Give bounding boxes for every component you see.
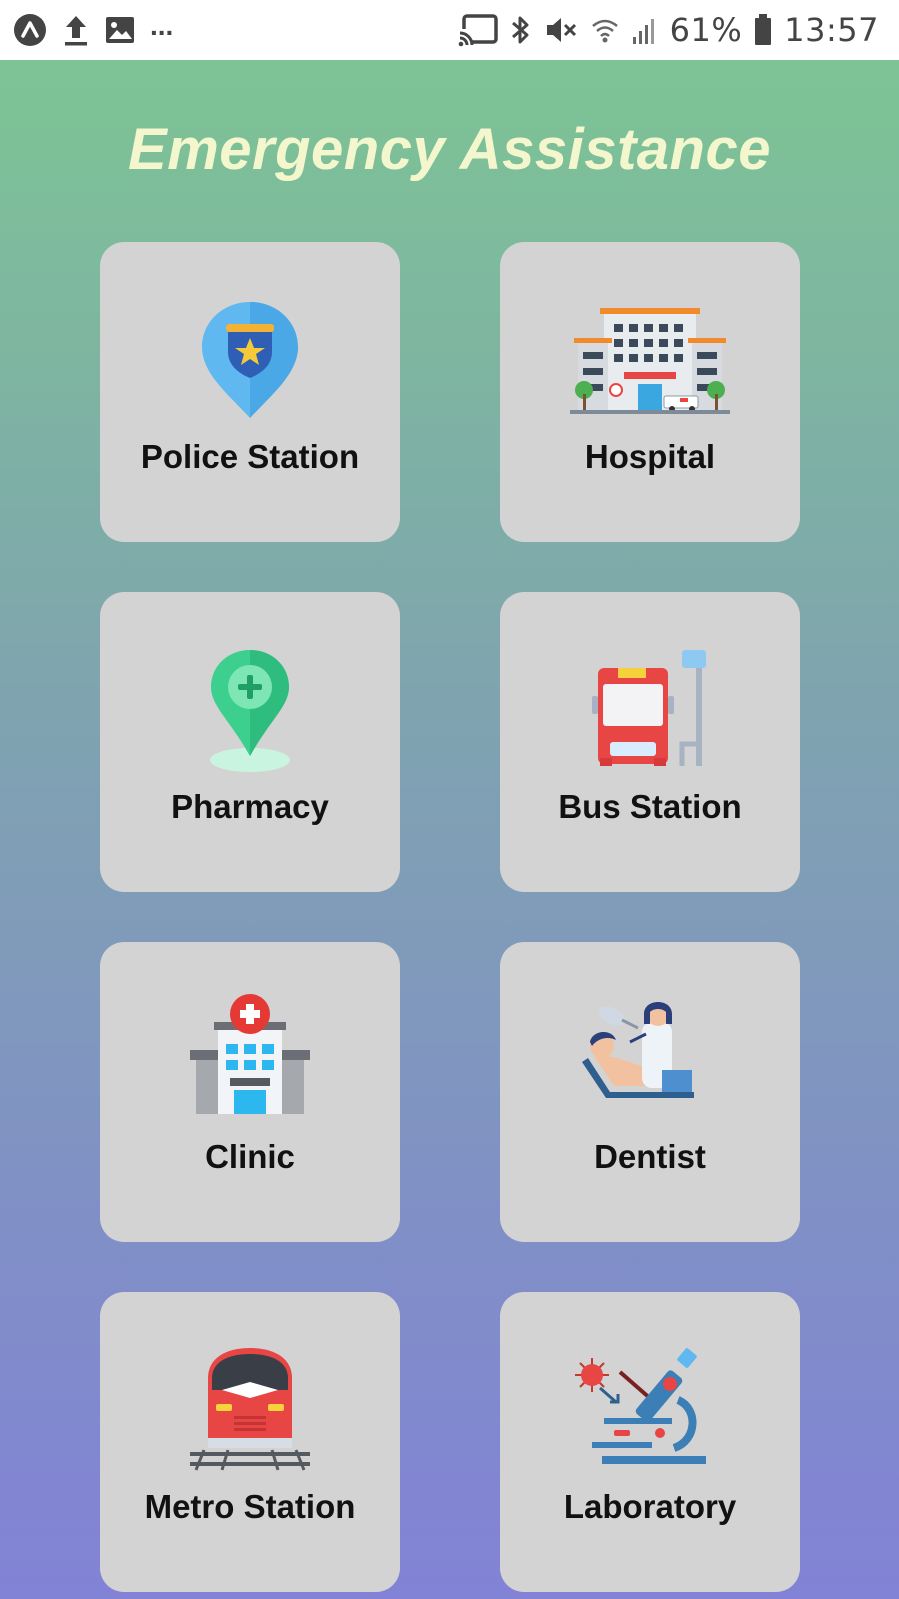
pharmacy-card[interactable]: Pharmacy (100, 592, 400, 892)
bus-station-card[interactable]: Bus Station (500, 592, 800, 892)
hospital-building-icon (570, 308, 730, 414)
metro-station-label: Metro Station (144, 1488, 356, 1525)
pharmacy-label: Pharmacy (171, 788, 329, 825)
battery-icon (755, 14, 772, 45)
microscope-icon (575, 1348, 706, 1464)
page-title: Emergency Assistance (128, 117, 771, 182)
clock: 13:57 (784, 11, 879, 49)
vibrate-icon (546, 18, 576, 42)
laboratory-label: Laboratory (563, 1488, 737, 1525)
police-station-label: Police Station (140, 438, 360, 475)
metro-train-icon (190, 1348, 310, 1471)
bus-station-label: Bus Station (558, 788, 742, 825)
clinic-label: Clinic (205, 1138, 295, 1175)
police-badge-pin-icon (202, 302, 298, 418)
status-bar: ... 61% 13:57 (0, 0, 899, 60)
image-icon (106, 17, 134, 43)
hospital-card[interactable]: Hospital (500, 242, 800, 542)
app-screen: Emergency Assistance Police Station Hosp… (0, 60, 899, 1599)
more-notifications-text: ... (150, 10, 174, 41)
signal-icon (632, 19, 654, 44)
police-station-card[interactable]: Police Station (100, 242, 400, 542)
laboratory-card[interactable]: Laboratory (500, 1292, 800, 1592)
pharmacy-pin-icon (210, 650, 290, 772)
metro-station-card[interactable]: Metro Station (100, 1292, 400, 1592)
dentist-card[interactable]: Dentist (500, 942, 800, 1242)
cast-icon (458, 14, 498, 47)
bus-stop-icon (592, 650, 706, 766)
status-bar-left: ... (12, 10, 187, 48)
app-notification-icon (14, 14, 46, 46)
dentist-icon (582, 1002, 694, 1098)
hospital-label: Hospital (584, 438, 716, 475)
dentist-label: Dentist (594, 1138, 706, 1175)
upload-icon (65, 16, 87, 46)
clinic-card[interactable]: Clinic (100, 942, 400, 1242)
bluetooth-icon (511, 16, 529, 44)
status-bar-right: 61% 13:57 (446, 8, 879, 52)
wifi-icon (591, 19, 618, 43)
clinic-building-icon (190, 994, 310, 1114)
battery-percentage: 61% (669, 11, 743, 49)
